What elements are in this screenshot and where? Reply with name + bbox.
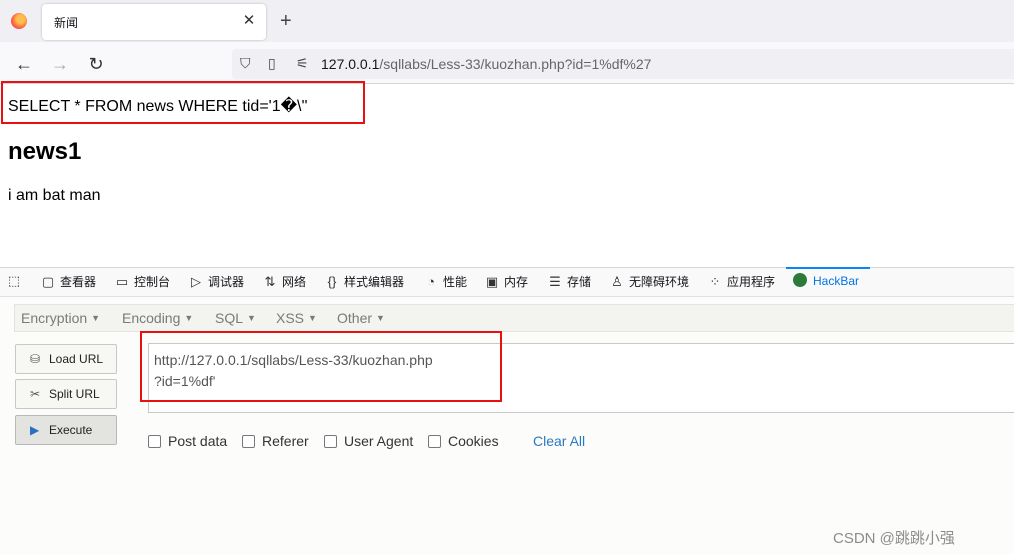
browser-tab[interactable]: 新闻 ✕ [42, 4, 266, 40]
connection-info-icon[interactable]: ⚟ [296, 55, 309, 72]
load-url-button[interactable]: ⛁ Load URL [15, 344, 117, 374]
performance-icon: ◔ [427, 274, 435, 289]
page-icon[interactable]: ▯ [268, 55, 276, 72]
page-paragraph: i am bat man [8, 187, 101, 204]
devtools-tab-network[interactable]: ⇅ 网络 [262, 273, 306, 290]
devtools-tab-debugger[interactable]: ▷ 调试器 [188, 273, 244, 290]
menu-encryption[interactable]: Encryption ▼ [21, 310, 100, 326]
pick-element-icon[interactable]: ⬚ [6, 273, 26, 289]
menu-encoding[interactable]: Encoding ▼ [122, 310, 193, 326]
chevron-down-icon: ▼ [91, 313, 101, 323]
watermark: CSDN @跳跳小强 [833, 530, 955, 547]
load-url-icon: ⛁ [30, 352, 41, 366]
menu-xss[interactable]: XSS ▼ [276, 310, 317, 326]
style-editor-icon: {} [327, 274, 337, 289]
highlight-box [1, 81, 365, 124]
accessibility-icon: ♙ [611, 274, 623, 289]
active-tab-indicator [786, 267, 870, 269]
tab-title: 新闻 [54, 16, 79, 30]
shield-icon[interactable]: ⛉ [240, 55, 251, 72]
new-tab-button[interactable]: + [280, 10, 292, 32]
devtools-tab-accessibility[interactable]: ♙ 无障碍环境 [609, 273, 689, 290]
chevron-down-icon: ▼ [376, 313, 385, 323]
address-url[interactable]: 127.0.0.1/sqllabs/Less-33/kuozhan.php?id… [321, 56, 651, 72]
cookies-checkbox[interactable]: Cookies [428, 433, 499, 449]
devtools-tab-performance[interactable]: ◔ 性能 [423, 273, 467, 290]
back-icon[interactable]: ← [13, 53, 35, 75]
hackbar-icon [793, 273, 807, 287]
menu-other[interactable]: Other ▼ [337, 310, 385, 326]
split-url-button[interactable]: ✂ Split URL [15, 379, 117, 409]
devtools-tab-memory[interactable]: ▣ 内存 [484, 273, 528, 290]
chevron-down-icon: ▼ [308, 313, 317, 323]
inspector-icon: ▢ [41, 274, 55, 289]
forward-icon[interactable]: → [49, 53, 71, 75]
devtools-tab-style-editor[interactable]: {} 样式编辑器 [324, 273, 404, 290]
storage-icon: ☰ [549, 274, 561, 289]
chevron-down-icon: ▼ [184, 313, 194, 323]
devtools-tab-console[interactable]: ▭ 控制台 [114, 273, 170, 290]
referer-checkbox[interactable]: Referer [242, 433, 309, 449]
debugger-icon: ▷ [191, 274, 201, 289]
firefox-logo-icon[interactable] [11, 13, 27, 29]
play-icon: ▶ [30, 423, 40, 437]
close-tab-icon[interactable]: ✕ [240, 12, 258, 30]
reload-icon[interactable]: ↻ [85, 53, 107, 75]
menu-sql[interactable]: SQL ▼ [215, 310, 256, 326]
execute-button[interactable]: ▶ Execute [15, 415, 117, 445]
url-host: 127.0.0.1 [321, 56, 380, 72]
application-icon: ⁘ [709, 274, 721, 289]
user-agent-checkbox[interactable]: User Agent [324, 433, 413, 449]
clear-all-link[interactable]: Clear All [533, 433, 585, 449]
tab-bar: 新闻 ✕ + [0, 0, 1014, 42]
scissors-icon: ✂ [30, 387, 41, 401]
url-path: /sqllabs/Less-33/kuozhan.php?id=1%df%27 [379, 56, 652, 72]
console-icon: ▭ [115, 274, 129, 289]
post-data-checkbox[interactable]: Post data [148, 433, 227, 449]
chevron-down-icon: ▼ [247, 313, 256, 323]
devtools-tab-hackbar[interactable]: HackBar [793, 273, 859, 288]
devtools-tab-storage[interactable]: ☰ 存储 [547, 273, 591, 290]
network-icon: ⇅ [264, 274, 276, 289]
memory-icon: ▣ [485, 274, 499, 289]
highlight-box [140, 331, 502, 402]
devtools-tab-application[interactable]: ⁘ 应用程序 [707, 273, 775, 290]
page-heading: news1 [8, 138, 82, 165]
devtools-tab-inspector[interactable]: ▢ 查看器 [40, 273, 96, 290]
